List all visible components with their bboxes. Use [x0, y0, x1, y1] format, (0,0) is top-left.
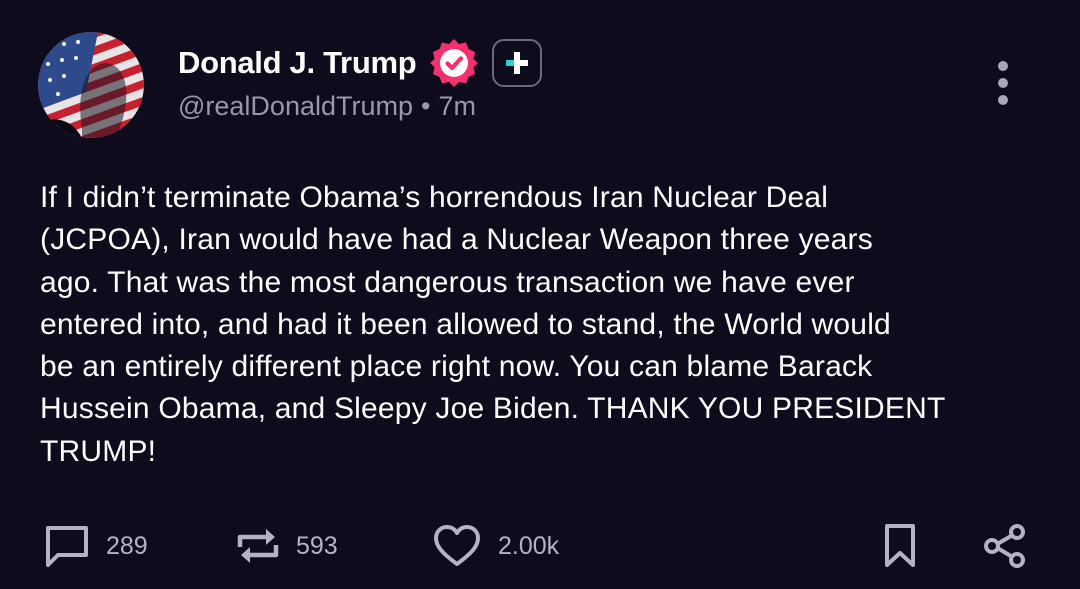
author-handle[interactable]: @realDonaldTrump	[178, 91, 413, 121]
bookmark-button[interactable]	[880, 514, 920, 578]
reply-icon	[46, 526, 88, 567]
retruth-button[interactable]: 593	[236, 514, 338, 578]
heart-icon	[434, 525, 480, 566]
post-meta: @realDonaldTrump • 7m	[178, 91, 476, 122]
retruth-count: 593	[296, 531, 338, 560]
author-name-row: Donald J. Trump	[178, 37, 543, 89]
reply-button[interactable]: 289	[44, 514, 148, 578]
like-button[interactable]: 2.00k	[432, 514, 559, 578]
avatar-flag-portrait	[38, 32, 144, 138]
post-body-text: If I didn’t terminate Obama’s horrendous…	[40, 181, 946, 468]
share-button[interactable]	[982, 514, 1028, 578]
post-action-bar: 289 593 2.00k	[0, 514, 1080, 578]
more-vertical-icon	[998, 61, 1008, 105]
author-avatar[interactable]	[38, 32, 144, 138]
repost-icon	[237, 529, 279, 563]
more-options-button[interactable]	[990, 56, 1016, 110]
reply-count: 289	[106, 531, 148, 560]
bookmark-icon	[885, 524, 915, 567]
verified-check-badge-icon	[428, 37, 480, 89]
share-icon	[984, 524, 1025, 568]
meta-separator: •	[421, 91, 431, 121]
author-display-name[interactable]: Donald J. Trump	[178, 45, 417, 81]
post-timestamp[interactable]: 7m	[438, 91, 476, 121]
like-count: 2.00k	[498, 531, 560, 560]
plus-icon	[506, 52, 529, 74]
follow-plus-button[interactable]	[492, 39, 543, 87]
